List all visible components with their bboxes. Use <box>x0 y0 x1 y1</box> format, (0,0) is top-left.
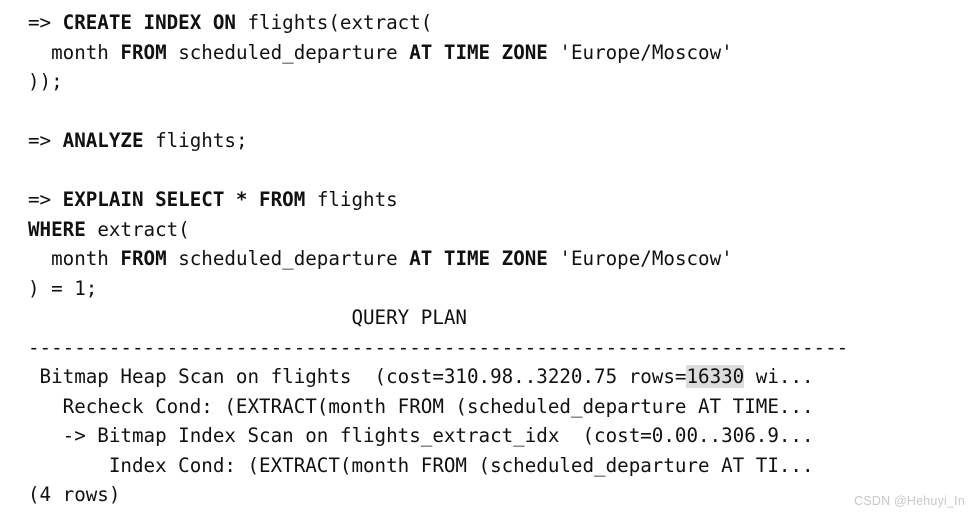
query-plan-separator: ----------------------------------------… <box>28 333 968 363</box>
terminal-text: )); <box>28 70 63 93</box>
psql-terminal-output: => CREATE INDEX ON flights(extract( mont… <box>28 8 968 510</box>
terminal-text: wi... <box>744 365 814 388</box>
terminal-text: => <box>28 188 63 211</box>
terminal-text: (4 rows) <box>28 483 121 506</box>
plan-row-1: Bitmap Heap Scan on flights (cost=310.98… <box>28 362 968 392</box>
terminal-text: scheduled_departure <box>178 247 410 270</box>
sql-keyword: WHERE <box>28 217 98 241</box>
terminal-text: flights; <box>155 129 248 152</box>
terminal-text: month <box>28 40 121 64</box>
sql-keyword: EXPLAIN SELECT * FROM <box>62 188 317 211</box>
terminal-text: QUERY PLAN <box>28 306 467 329</box>
terminal-text: Index Cond: (EXTRACT(month FROM (schedul… <box>28 453 814 477</box>
sql-keyword: AT TIME ZONE <box>409 40 560 64</box>
terminal-text: extract( <box>97 217 190 241</box>
terminal-text: flights(extract( <box>247 11 433 34</box>
terminal-text: -> Bitmap Index Scan on flights_extract_… <box>28 424 814 447</box>
terminal-text: 'Europe/Moscow' <box>559 40 733 64</box>
terminal-text: flights <box>316 188 398 211</box>
sql-keyword: AT TIME ZONE <box>409 247 560 270</box>
terminal-text: month <box>28 247 121 270</box>
explain-line-2: WHERE extract( <box>28 215 968 245</box>
explain-line-1: => EXPLAIN SELECT * FROM flights <box>28 185 968 215</box>
terminal-text: ) = 1; <box>28 276 98 300</box>
sql-keyword: CREATE INDEX ON <box>62 11 248 34</box>
terminal-text: => <box>28 129 63 152</box>
terminal-text: scheduled_departure <box>178 40 410 64</box>
sql-keyword: FROM <box>120 40 179 64</box>
query-plan-header: QUERY PLAN <box>28 303 968 333</box>
plan-row-4: Index Cond: (EXTRACT(month FROM (schedul… <box>28 451 968 481</box>
plan-row-2: Recheck Cond: (EXTRACT(month FROM (sched… <box>28 392 968 422</box>
row-count-line: (4 rows) <box>28 480 968 510</box>
sql-keyword: FROM <box>120 247 179 270</box>
explain-line-3: month FROM scheduled_departure AT TIME Z… <box>28 244 968 274</box>
explain-line-4: ) = 1; <box>28 274 968 304</box>
csdn-watermark: CSDN @Hehuyi_In <box>854 494 965 508</box>
terminal-text: ----------------------------------------… <box>28 335 849 359</box>
create-index-line-1: => CREATE INDEX ON flights(extract( <box>28 8 968 38</box>
highlighted-row-estimate: 16330 <box>686 365 745 388</box>
create-index-line-2: month FROM scheduled_departure AT TIME Z… <box>28 38 968 68</box>
create-index-line-3: )); <box>28 67 968 97</box>
terminal-text: Recheck Cond: (EXTRACT(month FROM (sched… <box>28 394 814 418</box>
blank-1 <box>28 97 968 127</box>
blank-2 <box>28 156 968 186</box>
terminal-text: 'Europe/Moscow' <box>559 247 733 270</box>
analyze-line: => ANALYZE flights; <box>28 126 968 156</box>
terminal-text: Bitmap Heap Scan on flights (cost=310.98… <box>28 365 687 388</box>
sql-keyword: ANALYZE <box>62 129 156 152</box>
plan-row-3: -> Bitmap Index Scan on flights_extract_… <box>28 421 968 451</box>
terminal-text: => <box>28 11 63 34</box>
